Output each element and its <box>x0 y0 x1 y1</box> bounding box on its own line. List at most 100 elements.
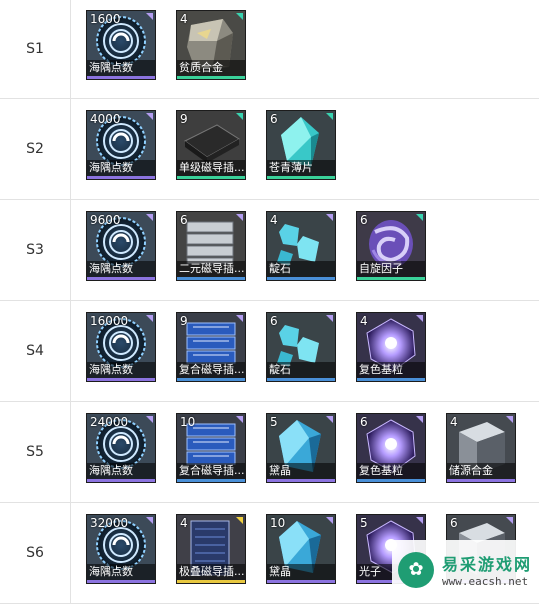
stage-label: S5 <box>0 402 71 502</box>
reward-item[interactable]: 4000 海隅点数 <box>86 110 156 180</box>
reward-item[interactable]: 6 复色基粒 <box>356 413 426 483</box>
reward-item[interactable]: 9600 海隅点数 <box>86 211 156 281</box>
item-quantity: 32000 <box>90 516 129 530</box>
item-name: 海隅点数 <box>87 60 155 76</box>
rarity-corner <box>326 416 333 423</box>
reward-item[interactable]: 6 苍青薄片 <box>266 110 336 180</box>
item-quantity: 5 <box>270 415 278 429</box>
rarity-bar <box>357 277 425 280</box>
rarity-corner <box>146 13 153 20</box>
rarity-bar <box>87 479 155 482</box>
item-name: 贫质合金 <box>177 60 245 76</box>
item-quantity: 6 <box>360 213 368 227</box>
reward-item[interactable]: 5 黛晶 <box>266 413 336 483</box>
reward-item[interactable]: 10 黛晶 <box>266 514 336 584</box>
rarity-bar <box>177 378 245 381</box>
stage-row: S5 24000 海隅点数 10 复合磁导插... 5 黛晶 6 复色基粒 4 … <box>0 402 539 503</box>
item-quantity: 16000 <box>90 314 129 328</box>
reward-item[interactable]: 1600 海隅点数 <box>86 10 156 80</box>
reward-item[interactable]: 16000 海隅点数 <box>86 312 156 382</box>
rarity-corner <box>146 416 153 423</box>
stage-label: S6 <box>0 503 71 603</box>
reward-item[interactable]: 32000 海隅点数 <box>86 514 156 584</box>
item-quantity: 24000 <box>90 415 129 429</box>
rarity-bar <box>357 378 425 381</box>
rarity-bar <box>267 479 335 482</box>
item-name: 海隅点数 <box>87 362 155 378</box>
rarity-bar <box>177 176 245 179</box>
item-name: 海隅点数 <box>87 463 155 479</box>
reward-item[interactable]: 4 贫质合金 <box>176 10 246 80</box>
stage-label: S3 <box>0 200 71 300</box>
rarity-bar <box>267 277 335 280</box>
item-quantity: 4 <box>180 516 188 530</box>
rarity-bar <box>87 76 155 79</box>
rarity-corner <box>236 214 243 221</box>
item-quantity: 6 <box>450 516 458 530</box>
rarity-bar <box>357 479 425 482</box>
stage-row: S1 1600 海隅点数 4 贫质合金 <box>0 0 539 99</box>
item-quantity: 5 <box>360 516 368 530</box>
rarity-corner <box>326 315 333 322</box>
reward-item[interactable]: 4 复色基粒 <box>356 312 426 382</box>
rarity-corner <box>506 517 513 524</box>
reward-item[interactable]: 4 靛石 <box>266 211 336 281</box>
reward-item[interactable]: 6 二元磁导插... <box>176 211 246 281</box>
item-name: 复合磁导插... <box>177 362 245 378</box>
rarity-corner <box>236 13 243 20</box>
reward-item[interactable]: 6 自旋因子 <box>356 211 426 281</box>
rarity-bar <box>87 378 155 381</box>
item-quantity: 4 <box>270 213 278 227</box>
rarity-corner <box>146 214 153 221</box>
reward-item[interactable]: 9 复合磁导插... <box>176 312 246 382</box>
stage-row: S2 4000 海隅点数 9 单级磁导插... 6 苍青薄片 <box>0 99 539 200</box>
reward-table: S1 1600 海隅点数 4 贫质合金 S2 4000 海隅点数 9 单级磁导插... 6… <box>0 0 539 604</box>
reward-item[interactable]: 4 储源合金 <box>446 413 516 483</box>
item-name: 海隅点数 <box>87 261 155 277</box>
item-name: 黛晶 <box>267 463 335 479</box>
stage-label: S2 <box>0 99 71 199</box>
item-quantity: 10 <box>180 415 196 429</box>
reward-item[interactable]: 6 靛石 <box>266 312 336 382</box>
rarity-bar <box>267 580 335 583</box>
rarity-corner <box>236 315 243 322</box>
rarity-bar <box>447 479 515 482</box>
rarity-bar <box>267 176 335 179</box>
rarity-corner <box>416 315 423 322</box>
rarity-bar <box>177 479 245 482</box>
item-name: 极叠磁导插... <box>177 564 245 580</box>
item-quantity: 4 <box>450 415 458 429</box>
item-quantity: 10 <box>270 516 286 530</box>
rarity-bar <box>177 76 245 79</box>
reward-item[interactable]: 10 复合磁导插... <box>176 413 246 483</box>
leaf-icon: ✿ <box>398 551 434 588</box>
rarity-corner <box>416 214 423 221</box>
watermark-title: 易采游戏网 <box>442 555 533 574</box>
item-name: 复色基粒 <box>357 362 425 378</box>
item-quantity: 6 <box>180 213 188 227</box>
rarity-corner <box>326 517 333 524</box>
watermark: ✿ 易采游戏网 www.eacsh.net <box>392 540 539 599</box>
rarity-corner <box>326 113 333 120</box>
item-name: 苍青薄片 <box>267 160 335 176</box>
reward-item[interactable]: 24000 海隅点数 <box>86 413 156 483</box>
item-name: 靛石 <box>267 261 335 277</box>
item-name: 复合磁导插... <box>177 463 245 479</box>
item-quantity: 1600 <box>90 12 121 26</box>
rarity-bar <box>177 580 245 583</box>
rarity-bar <box>267 378 335 381</box>
rarity-corner <box>236 113 243 120</box>
rarity-bar <box>87 580 155 583</box>
rarity-corner <box>146 113 153 120</box>
stage-row: S4 16000 海隅点数 9 复合磁导插... 6 靛石 4 复色基粒 <box>0 301 539 402</box>
item-quantity: 6 <box>270 314 278 328</box>
rarity-corner <box>326 214 333 221</box>
item-quantity: 4000 <box>90 112 121 126</box>
item-name: 单级磁导插... <box>177 160 245 176</box>
item-name: 黛晶 <box>267 564 335 580</box>
item-name: 靛石 <box>267 362 335 378</box>
reward-item[interactable]: 9 单级磁导插... <box>176 110 246 180</box>
stage-label: S4 <box>0 301 71 401</box>
reward-item[interactable]: 4 极叠磁导插... <box>176 514 246 584</box>
item-quantity: 9600 <box>90 213 121 227</box>
